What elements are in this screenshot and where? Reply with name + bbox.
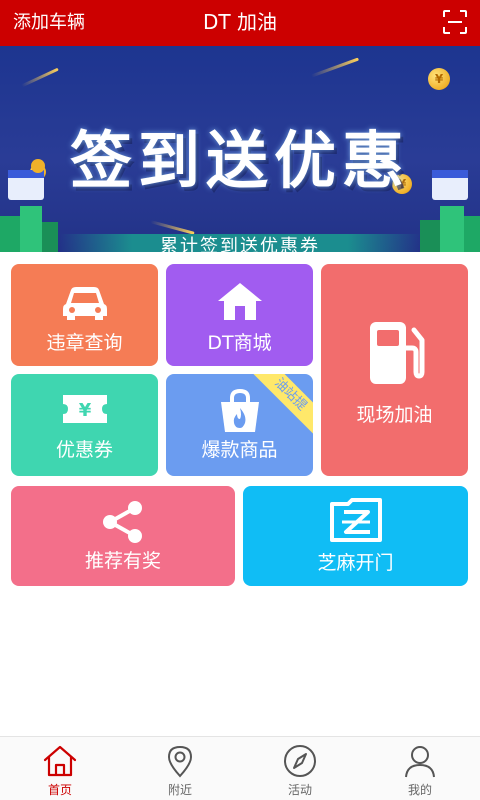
compass-icon xyxy=(284,745,316,777)
gold-streak xyxy=(310,57,360,78)
home-outline-icon xyxy=(43,745,77,777)
nav-activity[interactable]: 活动 xyxy=(240,737,360,800)
nav-nearby[interactable]: 附近 xyxy=(120,737,240,800)
tile-label: 爆款商品 xyxy=(201,439,278,461)
tile-zhima-open[interactable]: 芝麻开门 xyxy=(243,486,468,586)
user-icon xyxy=(405,746,435,778)
coin-icon: ¥ xyxy=(428,68,450,90)
tile-violation-query[interactable]: 违章查询 xyxy=(11,264,158,366)
nav-mine[interactable]: 我的 xyxy=(360,737,480,800)
tile-coupon[interactable]: ¥ 优惠券 xyxy=(11,374,158,476)
tile-label: DT商城 xyxy=(207,332,272,354)
top-app-bar: 添加车辆 DT 加油 xyxy=(0,0,480,46)
tile-referral-reward[interactable]: 推荐有奖 xyxy=(11,486,235,586)
fuel-pump-icon xyxy=(369,322,424,384)
nav-label: 活动 xyxy=(287,783,312,797)
nav-label: 首页 xyxy=(47,783,72,797)
tile-dt-mall[interactable]: DT商城 xyxy=(166,264,313,366)
tile-label: 优惠券 xyxy=(55,439,113,461)
coupon-ticket-icon: ¥ xyxy=(62,395,107,423)
tile-label: 违章查询 xyxy=(46,332,123,354)
tile-label: 推荐有奖 xyxy=(84,550,161,572)
nav-home[interactable]: 首页 xyxy=(0,737,120,800)
location-pin-icon xyxy=(167,745,193,778)
share-icon xyxy=(103,501,142,543)
nav-label: 附近 xyxy=(167,783,192,797)
home-icon xyxy=(217,283,262,320)
car-icon xyxy=(62,287,107,320)
banner-title: 签到送优惠 xyxy=(69,124,410,197)
coupon-currency-symbol: ¥ xyxy=(78,400,91,421)
checkin-promo-banner[interactable]: ¥ ¥ ¥ ¥ 签到送优惠 累计签到送优惠券 xyxy=(0,46,480,252)
tile-hot-products[interactable]: 油站提 爆款商品 xyxy=(166,374,313,476)
tile-label: 芝麻开门 xyxy=(317,552,394,574)
gold-streak xyxy=(21,67,59,88)
banner-subtitle: 累计签到送优惠券 xyxy=(160,236,320,252)
bottom-navigation: 首页 附近 活动 我的 xyxy=(0,736,480,800)
tile-onsite-refuel[interactable]: 现场加油 xyxy=(321,264,468,476)
zhima-door-icon xyxy=(329,498,382,542)
scan-icon[interactable] xyxy=(442,9,468,35)
nav-label: 我的 xyxy=(407,783,432,797)
page-title: DT 加油 xyxy=(203,10,277,34)
gold-streak xyxy=(150,220,195,235)
tile-label: 现场加油 xyxy=(356,404,433,426)
shopping-bag-icon xyxy=(220,388,259,432)
